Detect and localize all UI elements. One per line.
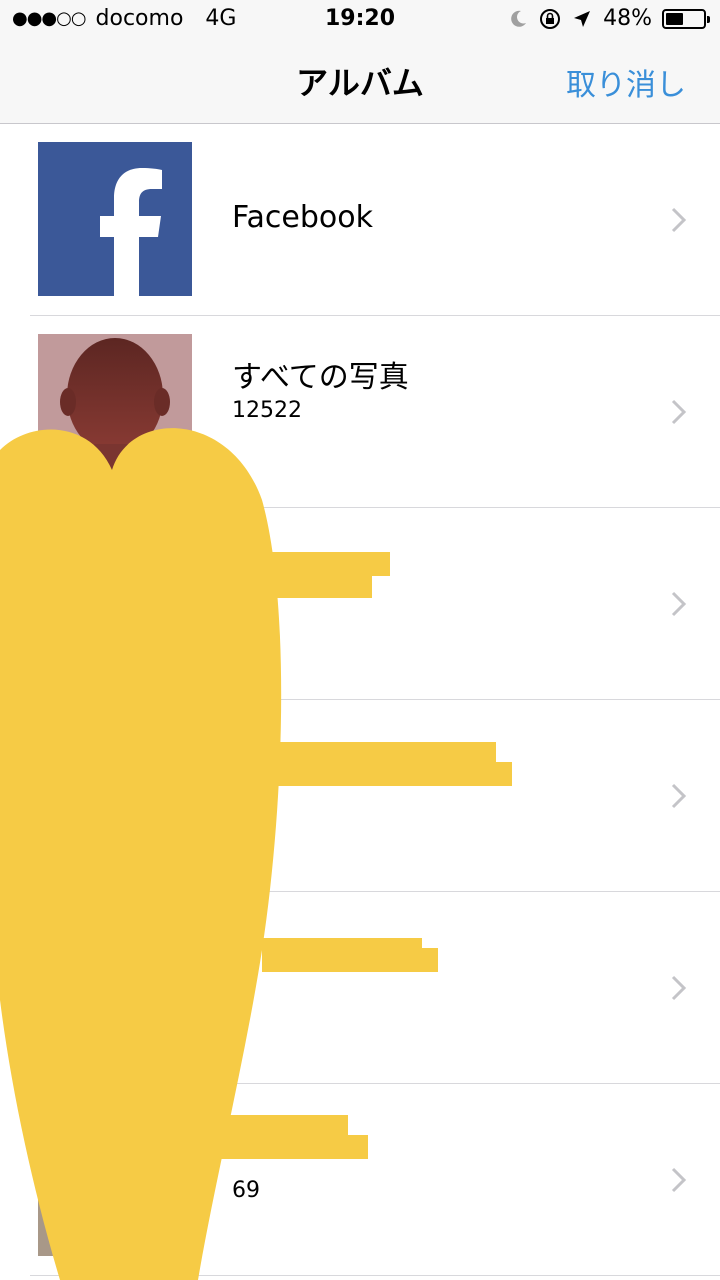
album-thumbnail	[38, 1102, 192, 1256]
row-separator	[30, 1275, 720, 1276]
album-title: Facebook	[232, 200, 373, 235]
album-thumbnail	[38, 334, 192, 488]
rotation-lock-icon	[540, 8, 561, 29]
battery-icon	[662, 8, 710, 29]
album-row-facebook[interactable]: Facebook	[0, 124, 720, 316]
chevron-right-icon	[671, 591, 687, 617]
album-count: 12522	[232, 398, 302, 423]
album-row[interactable]	[0, 508, 720, 700]
moon-icon	[511, 10, 527, 27]
album-title: すべての写真	[232, 360, 409, 395]
cancel-button[interactable]: 取り消し	[566, 60, 686, 104]
album-count: 69	[232, 1178, 260, 1203]
album-row[interactable]	[0, 700, 720, 892]
chevron-right-icon	[671, 975, 687, 1001]
screen: ●●●○○ docomo 4G 19:20 48% アルバム 取り消し Face…	[0, 0, 720, 1280]
chevron-right-icon	[671, 207, 687, 233]
location-arrow-icon	[574, 10, 591, 27]
battery-percent: 48%	[603, 6, 652, 31]
album-list: Facebook すべての写真 12522 69	[0, 124, 720, 1276]
status-bar: ●●●○○ docomo 4G 19:20 48%	[0, 0, 720, 40]
album-row[interactable]: 69	[0, 1084, 720, 1276]
battery-fill	[666, 12, 684, 25]
album-row-all-photos[interactable]: すべての写真 12522	[0, 316, 720, 508]
album-row[interactable]	[0, 892, 720, 1084]
chevron-right-icon	[671, 1167, 687, 1193]
facebook-logo-icon	[38, 142, 192, 296]
nav-bar: アルバム 取り消し	[0, 40, 720, 124]
chevron-right-icon	[671, 783, 687, 809]
status-right: 48%	[507, 6, 710, 31]
chevron-right-icon	[671, 399, 687, 425]
